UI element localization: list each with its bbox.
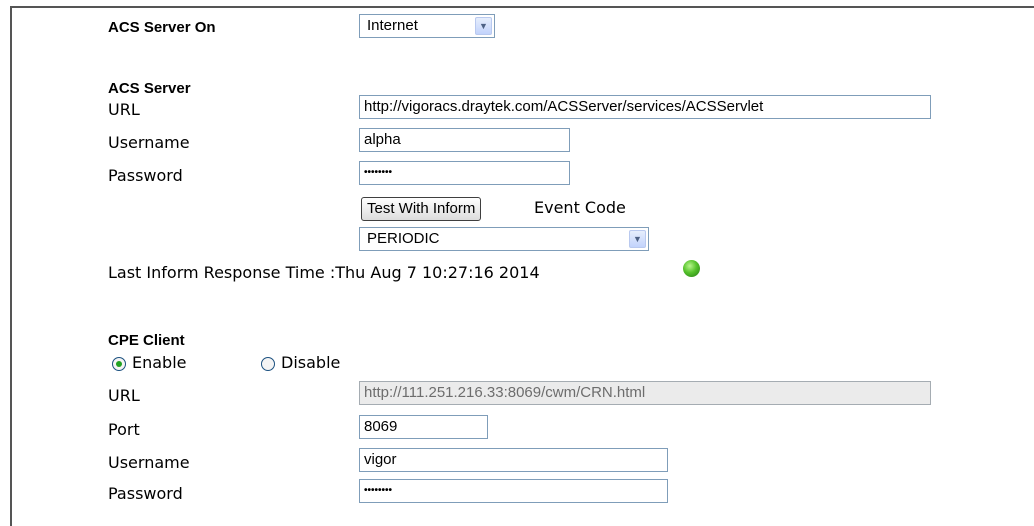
disable-radio[interactable] <box>261 357 275 371</box>
event-code-select[interactable]: PERIODIC ▼ <box>359 227 649 251</box>
cpe-username-label: Username <box>108 453 190 472</box>
acs-server-on-label: ACS Server On <box>108 19 216 36</box>
acs-username-label: Username <box>108 133 190 152</box>
acs-url-label: URL <box>108 100 140 119</box>
acs-url-input[interactable]: http://vigoracs.draytek.com/ACSServer/se… <box>359 95 931 119</box>
acs-server-heading: ACS Server <box>108 80 191 97</box>
last-inform-response-time: Last Inform Response Time :Thu Aug 7 10:… <box>108 263 540 282</box>
disable-radio-label: Disable <box>281 353 341 372</box>
chevron-down-icon[interactable]: ▼ <box>629 230 646 248</box>
cpe-url-label: URL <box>108 386 140 405</box>
enable-radio-label: Enable <box>132 353 187 372</box>
cpe-port-label: Port <box>108 420 140 439</box>
cpe-password-input[interactable]: •••••••• <box>359 479 668 503</box>
acs-password-input[interactable]: •••••••• <box>359 161 570 185</box>
cpe-password-label: Password <box>108 484 183 503</box>
chevron-down-icon[interactable]: ▼ <box>475 17 492 35</box>
acs-password-label: Password <box>108 166 183 185</box>
green-led-icon <box>683 260 700 277</box>
acs-server-on-select[interactable]: Internet ▼ <box>359 14 495 38</box>
acs-server-on-value: Internet <box>367 17 418 34</box>
cpe-username-input[interactable]: vigor <box>359 448 668 472</box>
event-code-value: PERIODIC <box>367 230 440 247</box>
cpe-client-heading: CPE Client <box>108 332 185 349</box>
event-code-label: Event Code <box>534 198 626 217</box>
enable-radio[interactable] <box>112 357 126 371</box>
test-with-inform-button[interactable]: Test With Inform <box>361 197 482 221</box>
cpe-url-input: http://111.251.216.33:8069/cwm/CRN.html <box>359 381 931 405</box>
cpe-port-input[interactable]: 8069 <box>359 415 488 439</box>
acs-username-input[interactable]: alpha <box>359 128 570 152</box>
